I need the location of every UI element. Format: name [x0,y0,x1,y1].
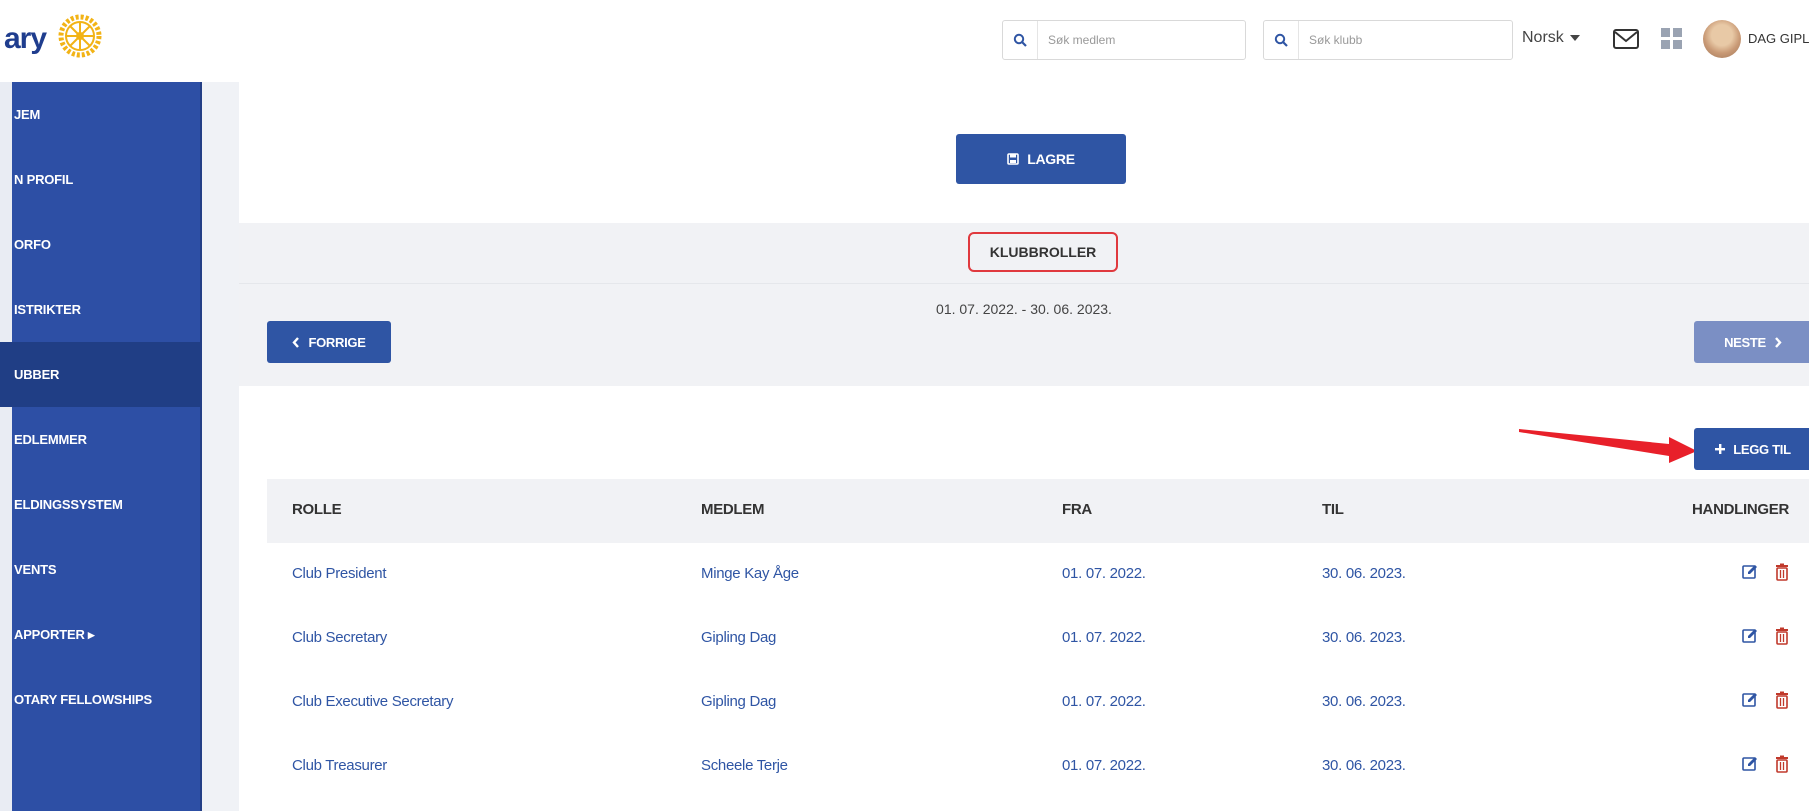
sidebar-item-medlemmer[interactable]: EDLEMMER [0,407,200,472]
edit-icon[interactable] [1742,563,1758,581]
search-member-box[interactable] [1002,20,1246,60]
cell-fra: 01. 07. 2022. [1062,565,1146,582]
cell-til: 30. 06. 2023. [1322,629,1406,646]
cell-medlem[interactable]: Gipling Dag [701,693,776,710]
cell-til: 30. 06. 2023. [1322,693,1406,710]
sidebar-item-distrikter[interactable]: ISTRIKTER [0,277,200,342]
sidebar-item-meldingssystem[interactable]: ELDINGSSYSTEM [0,472,200,537]
row-actions [1742,563,1790,581]
top-header: ary Norsk DAG GIPL [0,0,1809,83]
cell-medlem[interactable]: Minge Kay Åge [701,565,799,582]
trash-icon[interactable] [1774,691,1790,709]
rotary-wheel-icon[interactable] [58,14,102,58]
period-panel: KLUBBROLLER 01. 07. 2022. - 30. 06. 2023… [239,223,1809,386]
divider [239,283,1809,284]
cell-rolle[interactable]: Club President [292,565,386,582]
table-row: Club Executive Secretary Gipling Dag 01.… [267,671,1809,735]
previous-label: FORRIGE [308,334,366,350]
language-select[interactable]: Norsk [1522,29,1580,47]
next-label: NESTE [1724,334,1766,350]
sidebar-item-min-profil[interactable]: N PROFIL [0,147,200,212]
column-header-handlinger: HANDLINGER [1692,501,1789,518]
edit-icon[interactable] [1742,691,1758,709]
period-date-range: 01. 07. 2022. - 30. 06. 2023. [936,301,1112,317]
cell-fra: 01. 07. 2022. [1062,693,1146,710]
cell-rolle[interactable]: Club Secretary [292,629,387,646]
previous-period-button[interactable]: FORRIGE [267,321,391,363]
cell-medlem[interactable]: Scheele Terje [701,757,788,774]
cell-fra: 01. 07. 2022. [1062,629,1146,646]
sidebar-item-events[interactable]: VENTS [0,537,200,602]
chevron-left-icon [292,336,300,348]
row-actions [1742,627,1790,645]
save-label: LAGRE [1027,151,1075,167]
column-header-til[interactable]: TIL [1322,501,1344,518]
cell-rolle[interactable]: Club Treasurer [292,757,387,774]
column-header-rolle[interactable]: ROLLE [292,501,342,518]
table-header: ROLLE MEDLEM FRA TIL HANDLINGER [267,479,1809,543]
table-row: Club Treasurer Scheele Terje 01. 07. 202… [267,735,1809,799]
rotary-logo-text[interactable]: ary [4,22,47,56]
column-header-medlem[interactable]: MEDLEM [701,501,765,518]
search-icon [1264,21,1299,59]
row-actions [1742,755,1790,773]
cell-til: 30. 06. 2023. [1322,565,1406,582]
main-content: LAGRE KLUBBROLLER 01. 07. 2022. - 30. 06… [239,82,1809,811]
section-title-klubbroller: KLUBBROLLER [968,232,1118,272]
sidebar-item-norfo[interactable]: ORFO [0,212,200,277]
user-avatar[interactable] [1703,20,1741,58]
cell-til: 30. 06. 2023. [1322,757,1406,774]
language-label: Norsk [1522,29,1564,46]
caret-down-icon [1569,35,1580,41]
chevron-right-icon [1775,336,1782,348]
mail-icon[interactable] [1612,27,1640,51]
edit-icon[interactable] [1742,755,1758,773]
cell-rolle[interactable]: Club Executive Secretary [292,693,454,710]
trash-icon[interactable] [1774,755,1790,773]
search-member-input[interactable] [1038,25,1245,55]
save-icon [1007,153,1020,165]
next-period-button[interactable]: NESTE [1694,321,1809,363]
user-name[interactable]: DAG GIPL [1748,31,1809,46]
edit-icon[interactable] [1742,627,1758,645]
apps-grid-icon[interactable] [1660,27,1684,51]
content-gutter [202,82,239,811]
save-button[interactable]: LAGRE [956,134,1126,184]
sidebar-item-rotary-fellowships[interactable]: OTARY FELLOWSHIPS [0,667,200,732]
cell-fra: 01. 07. 2022. [1062,757,1146,774]
table-row: Club President Minge Kay Åge 01. 07. 202… [267,543,1809,607]
add-role-button[interactable]: LEGG TIL [1694,428,1809,470]
search-icon [1003,21,1038,59]
trash-icon[interactable] [1774,563,1790,581]
plus-icon [1715,444,1726,454]
search-club-box[interactable] [1263,20,1513,60]
table-row: Club Secretary Gipling Dag 01. 07. 2022.… [267,607,1809,671]
add-label: LEGG TIL [1733,441,1791,457]
sidebar-item-klubber[interactable]: UBBER [0,342,200,407]
trash-icon[interactable] [1774,627,1790,645]
sidebar-item-hjem[interactable]: JEM [0,82,200,147]
cell-medlem[interactable]: Gipling Dag [701,629,776,646]
column-header-fra[interactable]: FRA [1062,501,1092,518]
sidebar-item-rapporter[interactable]: APPORTER ▸ [0,602,200,667]
sidebar: JEM N PROFIL ORFO ISTRIKTER UBBER EDLEMM… [0,82,202,811]
search-club-input[interactable] [1299,25,1512,55]
row-actions [1742,691,1790,709]
